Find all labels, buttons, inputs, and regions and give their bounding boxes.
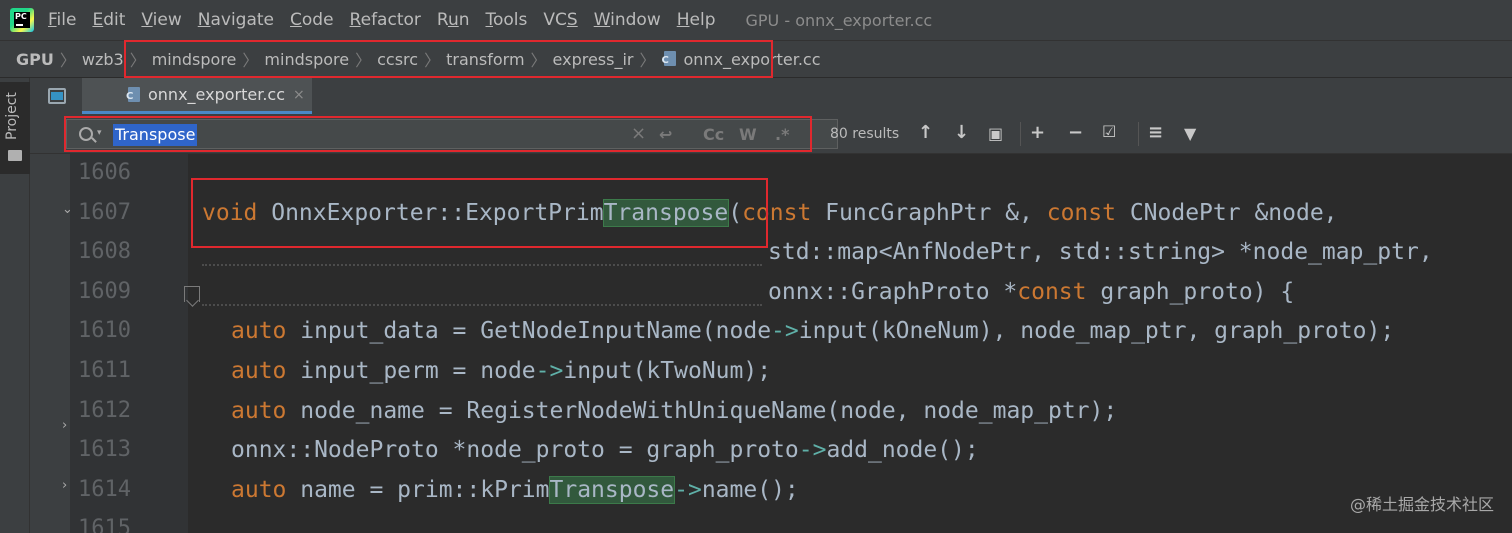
code-text: auto input_perm = node->input(kTwoNum); bbox=[231, 358, 772, 384]
menu-bar: PC File Edit View Navigate Code Refactor… bbox=[0, 0, 1512, 40]
cpp-file-icon: C bbox=[662, 50, 680, 68]
code-editor[interactable]: 1606 1607 void OnnxExporter::ExportPrimT… bbox=[70, 154, 1512, 533]
code-line[interactable]: 1612 auto node_name = RegisterNodeWithUn… bbox=[70, 394, 1512, 434]
search-icon[interactable] bbox=[79, 127, 93, 141]
code-line[interactable]: 1609 onnx::GraphProto *const graph_proto… bbox=[70, 275, 1512, 315]
indent-guide bbox=[202, 264, 762, 267]
code-line[interactable]: 1610 auto input_data = GetNodeInputName(… bbox=[70, 314, 1512, 354]
code-line[interactable]: 1606 bbox=[70, 156, 1512, 196]
breadcrumb-file[interactable]: C onnx_exporter.cc bbox=[662, 50, 821, 69]
code-line[interactable]: 1615 bbox=[70, 512, 1512, 533]
search-match: Transpose bbox=[548, 475, 676, 504]
code-text: void OnnxExporter::ExportPrimTranspose(c… bbox=[202, 198, 1338, 227]
find-bar: ▾ Transpose × ↩ Cc W .* 80 results ↑ ↓ ▣… bbox=[30, 114, 1512, 154]
match-case-icon[interactable]: Cc bbox=[703, 125, 724, 144]
folder-icon bbox=[8, 150, 22, 161]
editor-tabs: C onnx_exporter.cc × bbox=[42, 78, 1512, 114]
breadcrumb-item[interactable]: mindspore bbox=[264, 50, 349, 69]
breadcrumb-item[interactable]: express_ir bbox=[553, 50, 634, 69]
search-in-selection-icon[interactable]: ≡ bbox=[1148, 122, 1163, 143]
line-number: 1615 bbox=[78, 516, 131, 533]
line-number: 1608 bbox=[78, 239, 131, 265]
results-count: 80 results bbox=[830, 126, 900, 142]
breadcrumb-separator-icon: 〉 bbox=[355, 51, 372, 70]
breadcrumb-separator-icon: 〉 bbox=[129, 51, 146, 70]
filter-icon[interactable]: ▼ bbox=[1184, 124, 1196, 143]
project-tab-label[interactable]: Project bbox=[4, 92, 20, 140]
code-line[interactable]: 1608 std::map<AnfNodePtr, std::string> *… bbox=[70, 235, 1512, 275]
search-field[interactable]: ▾ Transpose × ↩ Cc W .* bbox=[66, 119, 838, 149]
window-title: GPU - onnx_exporter.cc bbox=[745, 10, 933, 30]
code-text: auto input_data = GetNodeInputName(node-… bbox=[231, 318, 1395, 345]
menu-vcs[interactable]: VCS bbox=[543, 10, 577, 30]
menu-help[interactable]: Help bbox=[677, 10, 716, 30]
tab-label: onnx_exporter.cc bbox=[148, 85, 285, 104]
line-number: 1611 bbox=[78, 358, 131, 383]
line-number: 1609 bbox=[78, 278, 131, 304]
menu-refactor[interactable]: Refactor bbox=[350, 10, 421, 30]
code-text: onnx::NodeProto *node_proto = graph_prot… bbox=[231, 437, 979, 464]
prev-occurrence-icon[interactable]: ↑ bbox=[918, 122, 933, 143]
menu-run[interactable]: Run bbox=[437, 10, 470, 30]
menu-window[interactable]: Window bbox=[594, 10, 661, 30]
breadcrumb-item[interactable]: GPU bbox=[16, 50, 54, 69]
line-number: 1610 bbox=[78, 318, 131, 344]
toggle-occurrence-icon[interactable]: ☑ bbox=[1102, 122, 1116, 141]
breadcrumb-separator-icon: 〉 bbox=[424, 51, 441, 70]
menu-edit[interactable]: Edit bbox=[92, 10, 125, 30]
tree-expander-icon[interactable]: › bbox=[62, 478, 67, 493]
breadcrumb-separator-icon: 〉 bbox=[530, 51, 547, 70]
breadcrumb-item[interactable]: wzb3 bbox=[82, 50, 124, 69]
toolbar-divider bbox=[1020, 122, 1021, 146]
menu-navigate[interactable]: Navigate bbox=[198, 10, 274, 30]
line-number: 1614 bbox=[78, 476, 131, 502]
toolbar-divider bbox=[1138, 122, 1139, 146]
indent-guide bbox=[202, 303, 762, 306]
menu-file[interactable]: File bbox=[48, 10, 76, 30]
close-icon[interactable]: × bbox=[293, 87, 305, 103]
line-number: 1606 bbox=[78, 160, 131, 185]
breadcrumb: GPU 〉 wzb3 〉 mindspore 〉 mindspore 〉 ccs… bbox=[0, 40, 1512, 78]
next-occurrence-icon[interactable]: ↓ bbox=[954, 122, 969, 143]
pycharm-logo-icon[interactable]: PC bbox=[10, 8, 34, 32]
breadcrumb-item[interactable]: transform bbox=[446, 50, 524, 69]
line-number: 1612 bbox=[78, 397, 131, 423]
code-line[interactable]: 1614 auto name = prim::kPrimTranspose->n… bbox=[70, 473, 1512, 513]
cpp-file-icon: C bbox=[126, 86, 144, 104]
menu-code[interactable]: Code bbox=[290, 10, 334, 30]
tab-onnx-exporter[interactable]: C onnx_exporter.cc × bbox=[82, 78, 312, 114]
code-text: onnx::GraphProto *const graph_proto) { bbox=[768, 278, 1295, 305]
select-all-icon[interactable]: ▣ bbox=[988, 124, 1003, 143]
breadcrumb-item[interactable]: ccsrc bbox=[377, 50, 418, 69]
words-icon[interactable]: W bbox=[739, 125, 757, 144]
search-input[interactable]: Transpose bbox=[113, 124, 198, 146]
regex-icon[interactable]: .* bbox=[775, 125, 789, 144]
search-match: Transpose bbox=[602, 198, 730, 227]
add-occurrence-icon[interactable]: + bbox=[1030, 122, 1045, 143]
breadcrumb-item[interactable]: mindspore bbox=[152, 50, 237, 69]
panel-icon[interactable] bbox=[48, 88, 66, 104]
new-line-icon[interactable]: ↩ bbox=[659, 125, 672, 144]
clear-icon[interactable]: × bbox=[631, 123, 646, 144]
breadcrumb-separator-icon: 〉 bbox=[59, 51, 76, 70]
code-line[interactable]: 1613 onnx::NodeProto *node_proto = graph… bbox=[70, 433, 1512, 473]
breadcrumb-separator-icon: 〉 bbox=[639, 51, 656, 70]
breadcrumb-file-label: onnx_exporter.cc bbox=[683, 49, 821, 69]
breadcrumb-separator-icon: 〉 bbox=[242, 51, 259, 70]
code-text: auto node_name = RegisterNodeWithUniqueN… bbox=[231, 397, 1118, 424]
code-line[interactable]: 1607 void OnnxExporter::ExportPrimTransp… bbox=[70, 196, 1512, 236]
code-text: std::map<AnfNodePtr, std::string> *node_… bbox=[768, 239, 1433, 266]
logo-text: PC bbox=[15, 12, 27, 21]
menu-tools[interactable]: Tools bbox=[486, 10, 528, 30]
tree-expander-icon[interactable]: › bbox=[62, 418, 67, 433]
code-text: auto name = prim::kPrimTranspose->name()… bbox=[231, 475, 799, 504]
menu-view[interactable]: View bbox=[141, 10, 181, 30]
code-line[interactable]: 1611 auto input_perm = node->input(kTwoN… bbox=[70, 354, 1512, 394]
chevron-down-icon[interactable]: ▾ bbox=[97, 128, 102, 138]
watermark: @稀土掘金技术社区 bbox=[1349, 495, 1494, 514]
line-number: 1607 bbox=[78, 199, 131, 225]
remove-occurrence-icon[interactable]: − bbox=[1068, 122, 1083, 143]
line-number: 1613 bbox=[78, 437, 131, 463]
